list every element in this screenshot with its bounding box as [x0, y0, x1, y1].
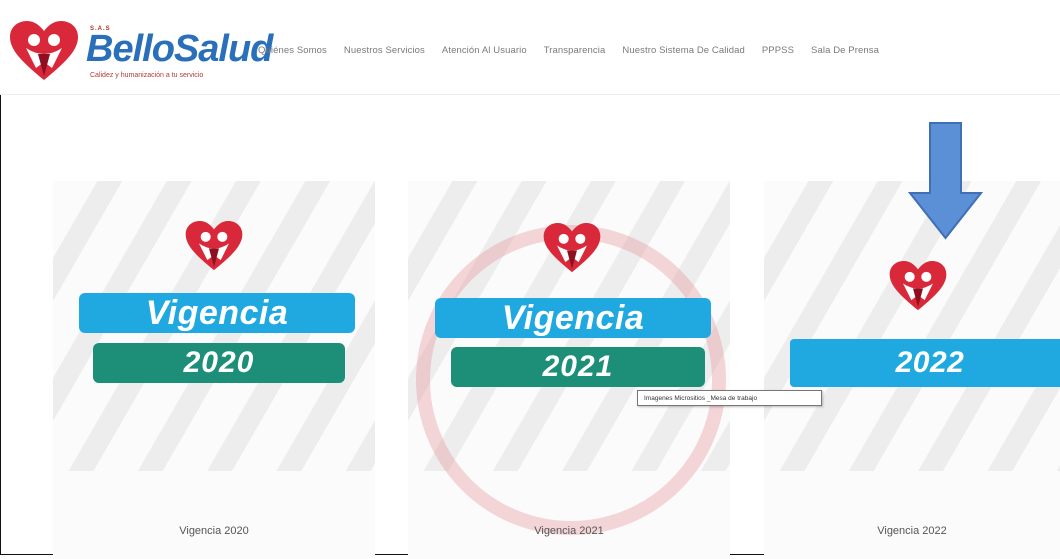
site-header: S.A.S BelloSalud Calidez y humanización …	[0, 0, 1060, 95]
card-title[interactable]: Vigencia 2022	[764, 525, 1060, 537]
nav-pppss[interactable]: PPPSS	[762, 45, 794, 56]
nav-atencion-usuario[interactable]: Atención Al Usuario	[442, 45, 527, 56]
site-logo[interactable]: S.A.S BelloSalud Calidez y humanización …	[8, 12, 273, 90]
heart-logo-icon	[10, 21, 78, 80]
year-label: 2020	[93, 343, 345, 383]
year-label: 2021	[451, 347, 705, 387]
card-vigencia-2020[interactable]: Vigencia 2020 Vigencia 2020	[53, 181, 375, 559]
image-tooltip: Imagenes Micrositios _Mesa de trabajo	[637, 390, 822, 406]
vigencia-label: Vigencia	[79, 293, 355, 333]
heart-logo-icon	[185, 221, 243, 271]
vigencia-label: Vigencia	[435, 298, 711, 338]
heart-logo-icon	[543, 223, 601, 273]
nav-sistema-calidad[interactable]: Nuestro Sistema De Calidad	[622, 45, 744, 56]
year-label: 2022	[790, 339, 1060, 387]
heart-logo-icon	[889, 261, 947, 311]
brand-tagline: Calidez y humanización a tu servicio	[90, 72, 204, 79]
nav-quienes-somos[interactable]: Quiénes Somos	[258, 45, 327, 56]
card-vigencia-2021[interactable]: Vigencia 2021 Vigencia 2021	[408, 181, 730, 559]
nav-nuestros-servicios[interactable]: Nuestros Servicios	[344, 45, 425, 56]
main-nav: Quiénes Somos Nuestros Servicios Atenció…	[258, 45, 896, 56]
card-title[interactable]: Vigencia 2020	[53, 525, 375, 537]
nav-transparencia[interactable]: Transparencia	[544, 45, 606, 56]
card-title[interactable]: Vigencia 2021	[408, 525, 730, 537]
brand-name: BelloSalud	[86, 28, 273, 70]
nav-sala-prensa[interactable]: Sala De Prensa	[811, 45, 879, 56]
arrow-down-icon	[908, 122, 983, 240]
